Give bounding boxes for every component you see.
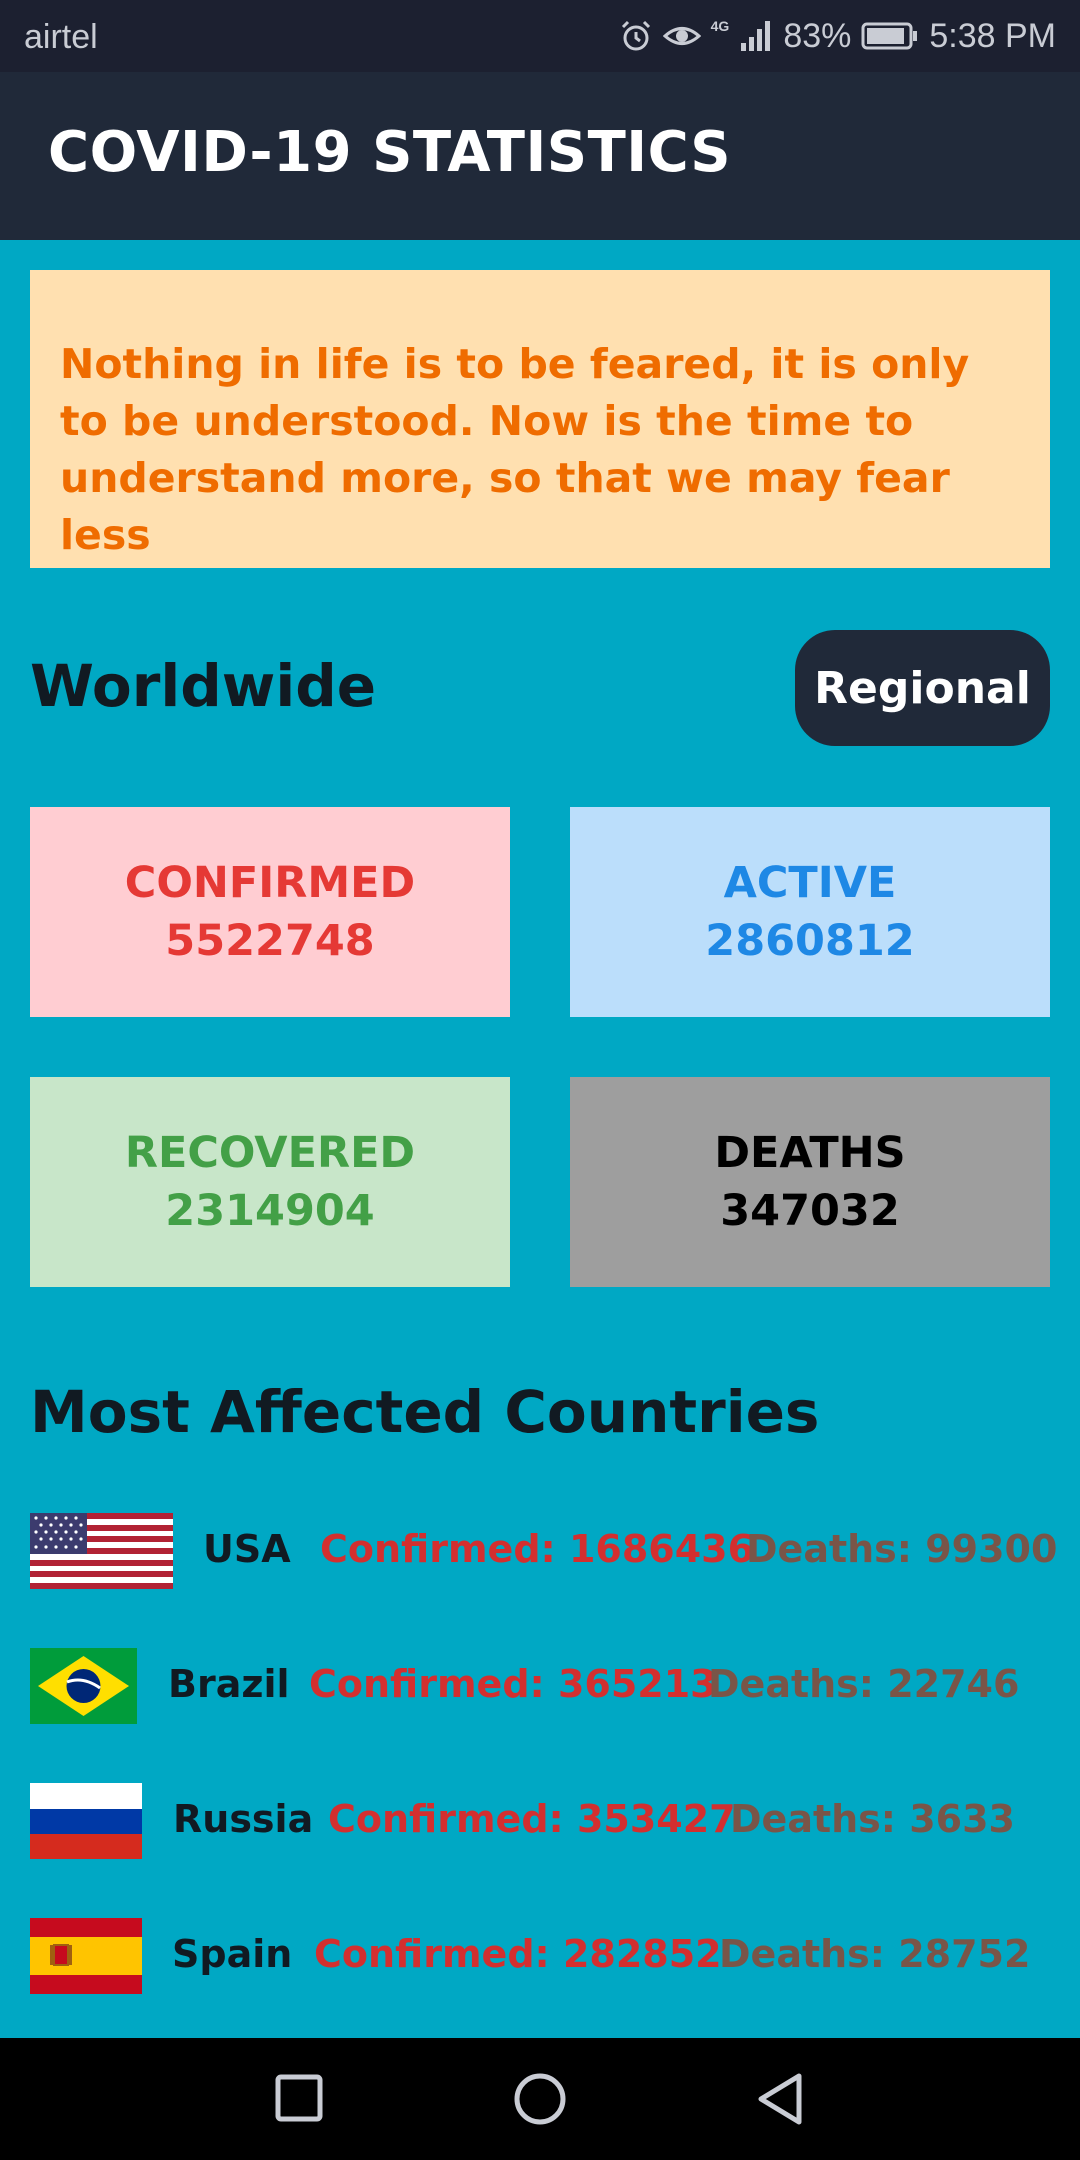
deaths-label: DEATHS bbox=[714, 1128, 906, 1178]
country-row-brazil: Brazil Confirmed: 365213 Deaths: 22746 bbox=[30, 1648, 1060, 1724]
confirmed-value: 5522748 bbox=[165, 916, 375, 966]
battery-percent: 83% bbox=[783, 16, 852, 55]
recovered-label: RECOVERED bbox=[124, 1128, 416, 1178]
worldwide-title: Worldwide bbox=[30, 652, 377, 720]
most-affected-title: Most Affected Countries bbox=[30, 1378, 820, 1446]
russia-flag-icon bbox=[30, 1783, 142, 1859]
active-card: ACTIVE 2860812 bbox=[570, 807, 1050, 1017]
country-deaths: Deaths: 28752 bbox=[719, 1932, 1031, 1976]
regional-button[interactable]: Regional bbox=[795, 630, 1050, 746]
country-deaths: Deaths: 99300 bbox=[746, 1527, 1058, 1571]
country-name: Spain bbox=[172, 1932, 293, 1976]
app-title: COVID-19 STATISTICS bbox=[48, 120, 732, 185]
signal-icon bbox=[741, 21, 771, 51]
home-icon[interactable] bbox=[513, 2072, 567, 2126]
country-name: Russia bbox=[173, 1797, 314, 1841]
back-icon[interactable] bbox=[755, 2072, 805, 2126]
recovered-value: 2314904 bbox=[165, 1186, 375, 1236]
status-bar: airtel 4G 83% 5:38 PM bbox=[0, 0, 1080, 72]
status-icons: 4G 83% 5:38 PM bbox=[619, 14, 1056, 58]
eye-icon bbox=[662, 27, 701, 45]
confirmed-card: CONFIRMED 5522748 bbox=[30, 807, 510, 1017]
brazil-flag-icon bbox=[30, 1648, 137, 1724]
navigation-bar bbox=[0, 2038, 1080, 2160]
active-label: ACTIVE bbox=[723, 858, 897, 908]
confirmed-label: CONFIRMED bbox=[124, 858, 416, 908]
deaths-card: DEATHS 347032 bbox=[570, 1077, 1050, 1287]
recents-icon[interactable] bbox=[275, 2074, 325, 2124]
app-bar: COVID-19 STATISTICS bbox=[0, 72, 1080, 240]
country-name: USA bbox=[203, 1527, 291, 1571]
country-deaths: Deaths: 3633 bbox=[730, 1797, 1015, 1841]
active-value: 2860812 bbox=[705, 916, 915, 966]
country-confirmed: Confirmed: 1686436 bbox=[320, 1527, 755, 1571]
deaths-value: 347032 bbox=[720, 1186, 900, 1236]
battery-icon bbox=[861, 22, 918, 50]
country-row-spain: Spain Confirmed: 282852 Deaths: 28752 bbox=[30, 1918, 1060, 1994]
country-row-usa: USA Confirmed: 1686436 Deaths: 99300 bbox=[30, 1513, 1060, 1589]
clock: 5:38 PM bbox=[929, 16, 1056, 55]
network-type: 4G bbox=[710, 18, 730, 34]
country-deaths: Deaths: 22746 bbox=[708, 1662, 1020, 1706]
alarm-icon bbox=[621, 20, 650, 51]
quote-text: Nothing in life is to be feared, it is o… bbox=[60, 340, 970, 559]
recovered-card: RECOVERED 2314904 bbox=[30, 1077, 510, 1287]
country-row-russia: Russia Confirmed: 353427 Deaths: 3633 bbox=[30, 1783, 1060, 1859]
quote-card: Nothing in life is to be feared, it is o… bbox=[30, 270, 1050, 568]
country-confirmed: Confirmed: 282852 bbox=[314, 1932, 722, 1976]
carrier-label: airtel bbox=[24, 18, 98, 56]
country-confirmed: Confirmed: 353427 bbox=[328, 1797, 736, 1841]
us-flag-icon bbox=[30, 1513, 173, 1589]
spain-flag-icon bbox=[30, 1918, 142, 1994]
country-name: Brazil bbox=[168, 1662, 290, 1706]
country-confirmed: Confirmed: 365213 bbox=[309, 1662, 717, 1706]
